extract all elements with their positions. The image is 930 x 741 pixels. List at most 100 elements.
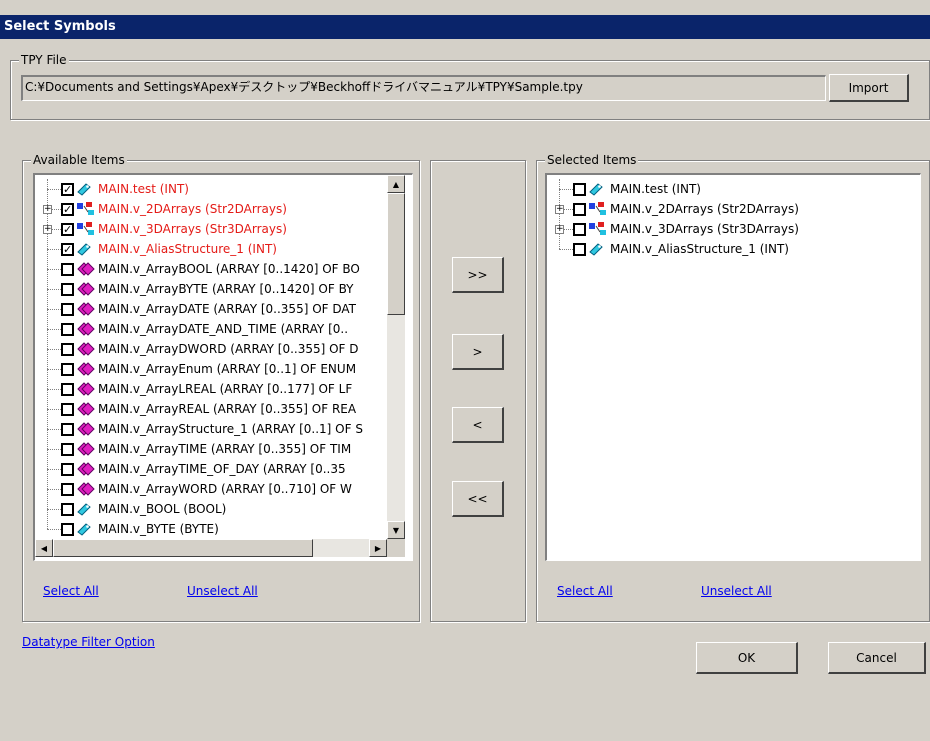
tree-item[interactable]: MAIN.v_ArrayDATE_AND_TIME (ARRAY [0.. xyxy=(35,319,375,339)
item-checkbox[interactable] xyxy=(61,343,74,356)
item-checkbox[interactable] xyxy=(61,303,74,316)
item-label: MAIN.v_ArrayLREAL (ARRAY [0..177] OF LF xyxy=(98,382,353,396)
tree-item[interactable]: MAIN.v_BOOL (BOOL) xyxy=(35,499,375,519)
ok-button[interactable]: OK xyxy=(696,642,798,674)
tree-branch-line xyxy=(47,309,61,310)
add-all-button[interactable]: >> xyxy=(452,257,504,293)
item-checkbox[interactable]: ✓ xyxy=(61,243,74,256)
add-button[interactable]: > xyxy=(452,334,504,370)
tree-item[interactable]: MAIN.v_ArrayStructure_1 (ARRAY [0..1] OF… xyxy=(35,419,375,439)
available-select-all-link[interactable]: Select All xyxy=(43,584,99,598)
item-label: MAIN.v_BYTE (BYTE) xyxy=(98,522,219,536)
tree-branch-line xyxy=(47,529,61,530)
tree-item[interactable]: MAIN.v_BYTE (BYTE) xyxy=(35,519,375,539)
array-icon xyxy=(76,461,96,480)
scroll-up-button[interactable]: ▲ xyxy=(387,175,405,193)
array-icon xyxy=(76,401,96,420)
item-checkbox[interactable] xyxy=(61,463,74,476)
scroll-thumb[interactable] xyxy=(387,193,405,315)
available-horizontal-scrollbar[interactable]: ◀ ▶ xyxy=(35,539,387,557)
tree-branch-line xyxy=(47,509,61,510)
item-checkbox[interactable] xyxy=(61,363,74,376)
tree-item[interactable]: MAIN.v_ArrayEnum (ARRAY [0..1] OF ENUM xyxy=(35,359,375,379)
tree-branch-line xyxy=(47,249,61,250)
window-title: Select Symbols xyxy=(0,15,930,39)
expand-icon[interactable]: + xyxy=(43,205,52,214)
tree-item[interactable]: MAIN.v_AliasStructure_1 (INT) xyxy=(547,239,887,259)
tree-item[interactable]: + MAIN.v_3DArrays (Str3DArrays) xyxy=(547,219,887,239)
available-vertical-scrollbar[interactable]: ▲ ▼ xyxy=(387,175,405,539)
structure-icon xyxy=(76,201,96,220)
array-icon xyxy=(76,321,96,340)
tpy-path-field[interactable]: C:¥Documents and Settings¥Apex¥デスクトップ¥Be… xyxy=(21,75,826,101)
item-checkbox[interactable] xyxy=(61,483,74,496)
array-icon xyxy=(76,361,96,380)
tree-item[interactable]: ✓ MAIN.v_AliasStructure_1 (INT) xyxy=(35,239,375,259)
remove-all-button[interactable]: << xyxy=(452,481,504,517)
item-checkbox[interactable]: ✓ xyxy=(61,203,74,216)
tree-branch-line xyxy=(559,249,573,250)
tree-item[interactable]: MAIN.v_ArrayBOOL (ARRAY [0..1420] OF BO xyxy=(35,259,375,279)
expand-icon[interactable]: + xyxy=(555,205,564,214)
item-checkbox[interactable] xyxy=(61,263,74,276)
available-unselect-all-link[interactable]: Unselect All xyxy=(187,584,258,598)
expand-icon[interactable]: + xyxy=(555,225,564,234)
item-checkbox[interactable] xyxy=(573,243,586,256)
item-label: MAIN.v_ArrayBOOL (ARRAY [0..1420] OF BO xyxy=(98,262,360,276)
expand-icon[interactable]: + xyxy=(43,225,52,234)
item-checkbox[interactable] xyxy=(61,423,74,436)
item-label: MAIN.v_ArrayStructure_1 (ARRAY [0..1] OF… xyxy=(98,422,363,436)
tree-item[interactable]: MAIN.v_ArrayBYTE (ARRAY [0..1420] OF BY xyxy=(35,279,375,299)
item-label: MAIN.v_ArrayBYTE (ARRAY [0..1420] OF BY xyxy=(98,282,354,296)
tag-icon xyxy=(76,521,92,540)
item-label: MAIN.test (INT) xyxy=(98,182,189,196)
tree-item[interactable]: MAIN.test (INT) xyxy=(547,179,887,199)
import-button[interactable]: Import xyxy=(829,74,909,102)
tree-branch-line xyxy=(47,429,61,430)
item-checkbox[interactable]: ✓ xyxy=(61,223,74,236)
tree-item[interactable]: MAIN.v_ArrayDWORD (ARRAY [0..355] OF D xyxy=(35,339,375,359)
cancel-button[interactable]: Cancel xyxy=(828,642,926,674)
item-checkbox[interactable] xyxy=(61,283,74,296)
array-icon xyxy=(76,421,96,440)
tpy-file-group: TPY File C:¥Documents and Settings¥Apex¥… xyxy=(10,53,930,120)
tree-item[interactable]: MAIN.v_ArrayLREAL (ARRAY [0..177] OF LF xyxy=(35,379,375,399)
tree-item[interactable]: MAIN.v_ArrayTIME (ARRAY [0..355] OF TIM xyxy=(35,439,375,459)
tree-item[interactable]: + MAIN.v_2DArrays (Str2DArrays) xyxy=(547,199,887,219)
item-checkbox[interactable]: ✓ xyxy=(61,183,74,196)
item-checkbox[interactable] xyxy=(61,323,74,336)
datatype-filter-option-link[interactable]: Datatype Filter Option xyxy=(22,635,155,649)
item-checkbox[interactable] xyxy=(61,503,74,516)
selected-select-all-link[interactable]: Select All xyxy=(557,584,613,598)
available-items-group: Available Items ✓ MAIN.test (INT) + ✓ MAIN.v… xyxy=(22,153,420,622)
structure-icon xyxy=(76,221,96,240)
remove-button[interactable]: < xyxy=(452,407,504,443)
item-checkbox[interactable] xyxy=(61,403,74,416)
selected-tree[interactable]: MAIN.test (INT) + MAIN.v_2DArrays (Str2DAr… xyxy=(545,173,921,561)
item-checkbox[interactable] xyxy=(61,523,74,536)
available-tree[interactable]: ✓ MAIN.test (INT) + ✓ MAIN.v_2DArrays (Str2D… xyxy=(33,173,413,561)
item-label: MAIN.v_BOOL (BOOL) xyxy=(98,502,227,516)
tree-branch-line xyxy=(559,189,573,190)
tree-item[interactable]: + ✓ MAIN.v_2DArrays (Str2DArrays) xyxy=(35,199,375,219)
scroll-h-thumb[interactable] xyxy=(53,539,313,557)
tree-item[interactable]: ✓ MAIN.test (INT) xyxy=(35,179,375,199)
item-checkbox[interactable] xyxy=(573,223,586,236)
tree-item[interactable]: MAIN.v_ArrayREAL (ARRAY [0..355] OF REA xyxy=(35,399,375,419)
tree-branch-line xyxy=(47,449,61,450)
selected-items-legend: Selected Items xyxy=(545,153,639,167)
scroll-right-button[interactable]: ▶ xyxy=(369,539,387,557)
tree-item[interactable]: MAIN.v_ArrayTIME_OF_DAY (ARRAY [0..35 xyxy=(35,459,375,479)
tree-item[interactable]: MAIN.v_ArrayWORD (ARRAY [0..710] OF W xyxy=(35,479,375,499)
selected-unselect-all-link[interactable]: Unselect All xyxy=(701,584,772,598)
scroll-down-button[interactable]: ▼ xyxy=(387,521,405,539)
item-checkbox[interactable] xyxy=(61,383,74,396)
tree-item[interactable]: + ✓ MAIN.v_3DArrays (Str3DArrays) xyxy=(35,219,375,239)
item-checkbox[interactable] xyxy=(61,443,74,456)
scroll-left-button[interactable]: ◀ xyxy=(35,539,53,557)
tree-branch-line xyxy=(47,329,61,330)
array-icon xyxy=(76,481,96,500)
tree-item[interactable]: MAIN.v_ArrayDATE (ARRAY [0..355] OF DAT xyxy=(35,299,375,319)
item-checkbox[interactable] xyxy=(573,183,586,196)
item-checkbox[interactable] xyxy=(573,203,586,216)
